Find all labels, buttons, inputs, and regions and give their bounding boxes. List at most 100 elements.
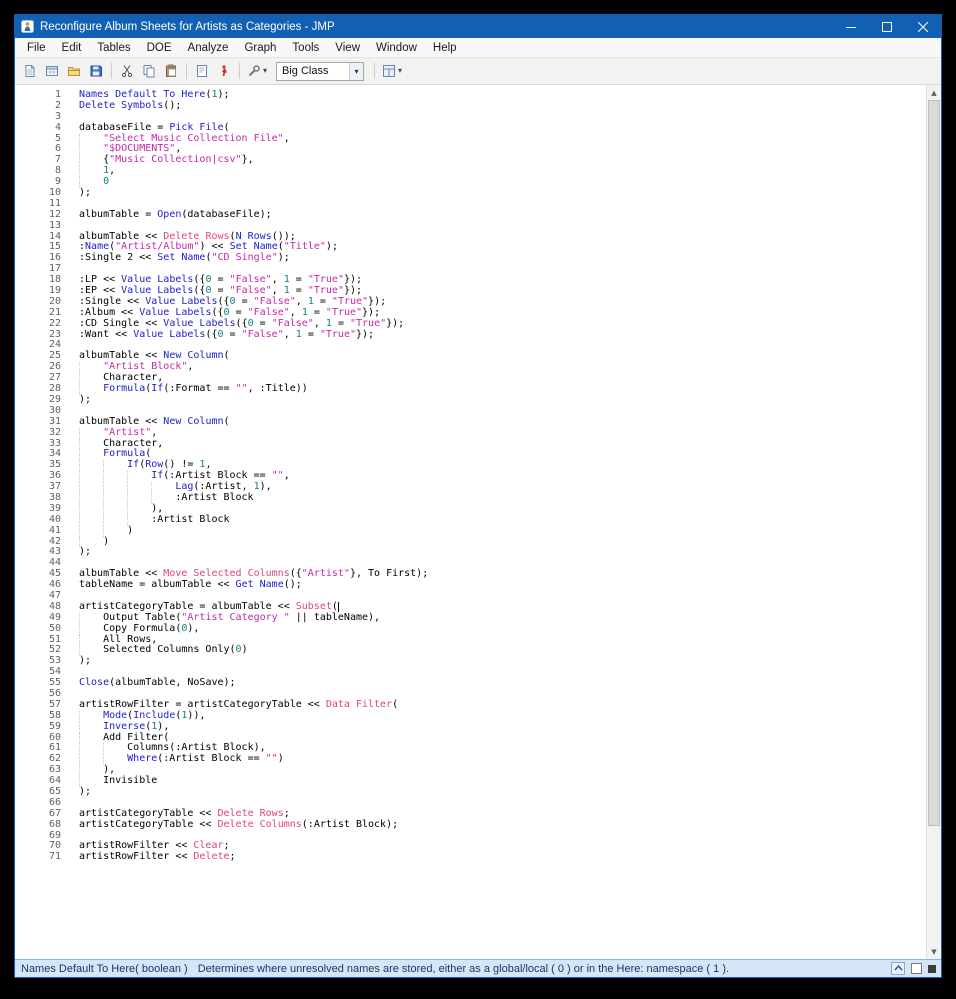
code-line-42[interactable]: 42) [15,536,926,548]
line-number: 22 [48,317,61,329]
code-line-16[interactable]: 16:Single 2 << Set Name("CD Single"); [15,252,926,264]
code-line-7[interactable]: 7 {"Music Collection|csv"}, [15,154,926,167]
indent-guide [79,503,103,515]
window-title: Reconfigure Album Sheets for Artists as … [40,20,335,33]
statusbar-right-icons [891,962,941,975]
code-text: Close(albumTable, NoSave); [79,677,236,689]
menu-item-tools[interactable]: Tools [284,38,327,58]
menu-item-window[interactable]: Window [368,38,425,58]
indent-guide [127,503,151,515]
indent-guide [103,492,127,504]
scroll-top-icon[interactable] [891,962,905,975]
indent-guide [103,471,127,483]
line-number: 32 [48,426,61,438]
line-number: 4 [54,121,61,133]
minimize-button[interactable] [833,15,869,38]
square-outline-icon[interactable] [911,963,922,974]
code-line-46[interactable]: 46 tableName = albumTable << Get Name(); [15,579,926,591]
copy-button[interactable] [138,61,160,82]
code-line-28[interactable]: 28 Formula(If(:Format == "", :Title)) [15,383,926,395]
scroll-up-button[interactable]: ▲ [927,85,941,100]
indent-guide [79,634,103,646]
code-line-65[interactable]: 65); [15,786,926,798]
code-line-29[interactable]: 29); [15,394,926,406]
indent-guide [127,482,151,493]
data-table-combo[interactable]: Big Class ▾ [276,61,365,81]
code-line-41[interactable]: 41) [15,525,926,537]
code-line-68[interactable]: 68 artistCategoryTable << Delete Columns(… [15,819,926,831]
chevron-down-icon[interactable]: ▾ [349,62,364,80]
vertical-scrollbar[interactable]: ▲ ▼ [926,85,941,959]
menu-item-analyze[interactable]: Analyze [180,38,237,58]
statusbar: Names Default To Here( boolean ) Determi… [15,959,941,977]
code-line-10[interactable]: 10); [15,187,926,199]
code-line-53[interactable]: 53); [15,655,926,667]
code-line-37[interactable]: 37 Lag(:Artist, 1), [15,481,926,493]
code-line-2[interactable]: 2 Delete Symbols(); [15,100,926,112]
scroll-down-button[interactable]: ▼ [927,944,941,959]
code-line-43[interactable]: 43); [15,546,926,558]
code-line-64[interactable]: 64 Invisible [15,775,926,787]
square-filled-icon[interactable] [928,964,936,973]
code-line-52[interactable]: 52 Selected Columns Only(0) [15,644,926,657]
scroll-thumb[interactable] [928,100,940,826]
indent-guide [79,612,103,624]
close-button[interactable] [905,15,941,38]
journal-button[interactable] [191,61,213,82]
save-button[interactable] [85,61,107,82]
run-script-button[interactable] [213,61,235,82]
indent-guide [79,438,103,450]
toolbar-separator [239,63,240,79]
indent-guide [79,460,103,472]
text-caret [337,601,339,612]
code-line-62[interactable]: 62 Where(:Artist Block == "") [15,753,926,766]
code-text: :Single 2 << Set Name("CD Single"); [79,252,290,264]
indent-guide [79,732,103,744]
toolbar-group-left: ▾ [19,61,270,82]
paste-button[interactable] [160,61,182,82]
line-number: 50 [48,622,61,634]
menu-item-doe[interactable]: DOE [139,38,180,58]
menu-item-help[interactable]: Help [425,38,465,58]
new-data-table-button[interactable] [41,61,63,82]
code-line-8[interactable]: 8 1, [15,165,926,178]
maximize-button[interactable] [869,15,905,38]
code-line-23[interactable]: 23:Want << Value Labels({0 = "False", 1 … [15,329,926,341]
code-line-71[interactable]: 71 artistRowFilter << Delete; [15,851,926,863]
code-line-33[interactable]: 33 Character, [15,438,926,450]
indent-guide [79,471,103,483]
indent-guide [79,166,103,178]
code-area[interactable]: 1 Names Default To Here(1); 2 Delete Symbol… [15,85,926,959]
code-line-40[interactable]: 40:Artist Block [15,514,926,526]
code-line-36[interactable]: 36 If(:Artist Block == "", [15,470,926,483]
menu-item-tables[interactable]: Tables [89,38,138,58]
menu-item-file[interactable]: File [19,38,54,58]
jmp-app-icon [21,20,34,33]
code-line-12[interactable]: 12 albumTable = Open(databaseFile); [15,209,926,221]
tools-button[interactable]: ▾ [244,61,270,82]
code-text: ); [79,546,92,558]
indent-guide [103,482,127,493]
cut-button[interactable] [116,61,138,82]
indent-guide [79,133,103,145]
menu-item-graph[interactable]: Graph [236,38,284,58]
indent-guide [79,155,103,167]
code-text: ); [79,187,92,199]
indent-guide [79,492,103,504]
indent-guide [79,623,103,635]
line-number: 31 [48,415,61,427]
code-line-9[interactable]: 90 [15,176,926,189]
titlebar[interactable]: Reconfigure Album Sheets for Artists as … [15,15,941,38]
indent-guide [79,482,103,493]
scroll-track[interactable] [927,100,941,944]
new-script-button[interactable] [19,61,41,82]
toolbar-group-right: ▾ [370,61,405,82]
menu-item-view[interactable]: View [327,38,368,58]
open-file-button[interactable] [63,61,85,82]
window-layout-button[interactable]: ▾ [379,61,405,82]
code-line-55[interactable]: 55 Close(albumTable, NoSave); [15,677,926,689]
menu-item-edit[interactable]: Edit [54,38,90,58]
